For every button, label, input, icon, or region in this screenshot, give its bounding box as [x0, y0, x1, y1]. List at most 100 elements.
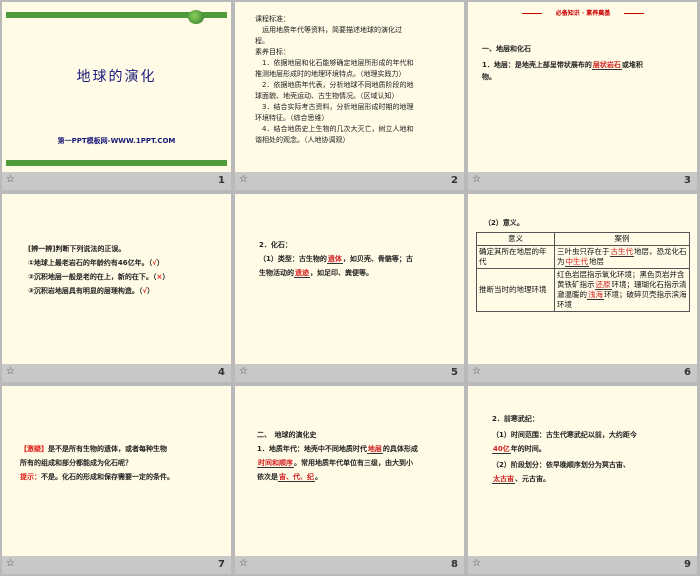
answer-blank: 地层: [366, 445, 383, 454]
text-line: 时间和顺序。常用地质年代单位有三级，由大到小: [257, 459, 413, 468]
slide-canvas: 二、 地球的演化史 1．地质年代：地壳中不同地质时代地层的具体形成 时间和顺序。…: [235, 386, 464, 556]
section-heading: 二、 地球的演化史: [257, 431, 317, 439]
table-cell: 推断当时的地理环境: [476, 268, 555, 312]
text-line: 运用地质年代等资料，简要描述地球的演化过: [255, 26, 402, 34]
slide-number: 5: [451, 367, 458, 378]
answer-blank: 遗迹: [294, 269, 310, 278]
slide-footer: ☆ 7: [2, 556, 231, 574]
slide-number: 6: [684, 367, 691, 378]
text-line: 推测地层形成时的地理环境特点。（地理实践力）: [255, 70, 406, 78]
prompt-tag: 【激疑】: [20, 445, 48, 453]
slide-number: 7: [218, 559, 225, 570]
text-line: 太古宙、元古宙。: [492, 475, 550, 484]
bottom-band: [6, 160, 227, 166]
slide-number: 9: [684, 559, 691, 570]
slide-thumbnail-4[interactable]: [辨一辨]判断下列说法的正误。 ①地球上最老岩石的年龄约有46亿年。（√） ②沉…: [0, 192, 233, 384]
table-header: 案例: [554, 232, 690, 246]
text-block: 课程标准： 运用地质年代等资料，简要描述地球的演化过 程。 素养目标： 1．依据…: [255, 14, 455, 146]
significance-table: 意义 案例 确定其所在地层的年代 三叶虫只存在于古生代地层，恐龙化石为中生代地层…: [476, 232, 690, 312]
exercise-item: ③沉积岩地层具有明显的层理构造。（√）: [28, 287, 155, 295]
text-line: （1）时间范围：古生代寒武纪以前，大约距今: [492, 431, 637, 439]
hint-tag: 提示：: [20, 473, 41, 481]
slide-footer: ☆ 9: [468, 556, 697, 574]
text-line: 环境特征。（综合思维）: [255, 114, 329, 122]
answer-blank: 中生代: [564, 257, 589, 267]
answer-blank: 还原: [594, 280, 612, 290]
slide-canvas: 地球的演化 第一PPT模板网-WWW.1PPT.COM: [2, 2, 231, 172]
transition-icon[interactable]: ☆: [239, 366, 248, 377]
text-line: 1．依据地层和化石能够确定地层所形成的年代和: [255, 59, 414, 67]
transition-icon[interactable]: ☆: [6, 366, 15, 377]
slide-thumbnail-3[interactable]: 必备知识 · 素养奠基 一、地层和化石 1．地层：是地壳上部呈带状展布的层状岩石…: [466, 0, 699, 192]
slide-thumbnail-1[interactable]: 地球的演化 第一PPT模板网-WWW.1PPT.COM ☆ 1: [0, 0, 233, 192]
slide-number: 1: [218, 175, 225, 186]
transition-icon[interactable]: ☆: [472, 366, 481, 377]
text-line: 生物活动的遗迹，如足印、粪便等。: [259, 269, 373, 278]
answer-blank: 宙、代、纪: [278, 473, 315, 482]
text-line: 1．地层：是地壳上部呈带状展布的层状岩石或堆积: [482, 61, 643, 70]
table-row: 推断当时的地理环境 红色岩层指示氧化环境；黑色页岩并含黄铁矿指示还原环境；珊瑚化…: [476, 268, 690, 312]
text-line: 【激疑】是不是所有生物的遗体，或者每种生物: [20, 445, 167, 453]
table-cell: 确定其所在地层的年代: [476, 245, 555, 269]
text-line: 4．结合地质史上生物的几次大灭亡，树立人地和: [255, 125, 414, 133]
slide-footer: ☆ 4: [2, 364, 231, 382]
transition-icon[interactable]: ☆: [472, 558, 481, 569]
answer-blank: 太古宙: [492, 475, 515, 484]
text-line: 课程标准：: [255, 15, 290, 23]
answer-blank: 遗体: [326, 255, 343, 264]
text-line: （1）类型：古生物的遗体，如贝壳、骨骼等；古: [259, 255, 413, 264]
transition-icon[interactable]: ☆: [6, 174, 15, 185]
slide-thumbnail-2[interactable]: 课程标准： 运用地质年代等资料，简要描述地球的演化过 程。 素养目标： 1．依据…: [233, 0, 466, 192]
slide-canvas: 2．化石： （1）类型：古生物的遗体，如贝壳、骨骼等；古 生物活动的遗迹，如足印…: [235, 194, 464, 364]
text-line: 1．地质年代：地壳中不同地质时代地层的具体形成: [257, 445, 418, 454]
answer-blank: 时间和顺序: [257, 459, 294, 468]
slide-thumbnail-8[interactable]: 二、 地球的演化史 1．地质年代：地壳中不同地质时代地层的具体形成 时间和顺序。…: [233, 384, 466, 576]
slide-thumbnail-7[interactable]: 【激疑】是不是所有生物的遗体，或者每种生物 所有的组成和部分都能成为化石呢？ 提…: [0, 384, 233, 576]
transition-icon[interactable]: ☆: [239, 558, 248, 569]
slide-footer: ☆ 3: [468, 172, 697, 190]
exercise-item: ①地球上最老岩石的年龄约有46亿年。（√）: [28, 259, 164, 267]
slide-footer: ☆ 5: [235, 364, 464, 382]
text-line: 物。: [482, 73, 496, 81]
slide-footer: ☆ 1: [2, 172, 231, 190]
text-line: （2）阶段划分：依早晚顺序划分为冥古宙、: [492, 461, 630, 469]
answer-blank: 40亿: [492, 445, 511, 454]
transition-icon[interactable]: ☆: [239, 174, 248, 185]
section-banner: 必备知识 · 素养奠基: [518, 8, 648, 18]
slide-subtitle: 第一PPT模板网-WWW.1PPT.COM: [57, 137, 176, 145]
answer-blank: 古生代: [609, 247, 634, 257]
transition-icon[interactable]: ☆: [472, 174, 481, 185]
text-line: 3．结合实际考古资料，分析地层形成时期的地理: [255, 103, 414, 111]
slide-canvas: [辨一辨]判断下列说法的正误。 ①地球上最老岩石的年龄约有46亿年。（√） ②沉…: [2, 194, 231, 364]
slide-number: 8: [451, 559, 458, 570]
table-header: 意义: [476, 232, 555, 246]
text-line: 素养目标：: [255, 48, 290, 56]
slide-canvas: 【激疑】是不是所有生物的遗体，或者每种生物 所有的组成和部分都能成为化石呢？ 提…: [2, 386, 231, 556]
slide-canvas: 课程标准： 运用地质年代等资料，简要描述地球的演化过 程。 素养目标： 1．依据…: [235, 2, 464, 172]
exercise-item: ②沉积地层一般是老的在上，新的在下。（×）: [28, 273, 170, 281]
section-heading: 2．前寒武纪：: [492, 415, 539, 423]
slide-title: 地球的演化: [76, 69, 157, 85]
section-heading: （2）意义。: [484, 219, 524, 227]
slide-canvas: 必备知识 · 素养奠基 一、地层和化石 1．地层：是地壳上部呈带状展布的层状岩石…: [468, 2, 697, 172]
slide-thumbnail-9[interactable]: 2．前寒武纪： （1）时间范围：古生代寒武纪以前，大约距今 40亿年的时间。 （…: [466, 384, 699, 576]
text-line: 依次是宙、代、纪。: [257, 473, 322, 482]
slide-footer: ☆ 2: [235, 172, 464, 190]
text-line: 所有的组成和部分都能成为化石呢？: [20, 459, 132, 467]
slide-canvas: （2）意义。 意义 案例 确定其所在地层的年代 三叶虫只存在于古生代地层，恐龙化…: [468, 194, 697, 364]
slide-thumbnail-5[interactable]: 2．化石： （1）类型：古生物的遗体，如贝壳、骨骼等；古 生物活动的遗迹，如足印…: [233, 192, 466, 384]
slide-footer: ☆ 6: [468, 364, 697, 382]
table-row: 确定其所在地层的年代 三叶虫只存在于古生代地层，恐龙化石为中生代地层: [476, 245, 690, 269]
answer-blank: 浅海: [587, 290, 604, 300]
slide-number: 3: [684, 175, 691, 186]
transition-icon[interactable]: ☆: [6, 558, 15, 569]
slide-canvas: 2．前寒武纪： （1）时间范围：古生代寒武纪以前，大约距今 40亿年的时间。 （…: [468, 386, 697, 556]
text-line: 提示：不是。化石的形成和保存需要一定的条件。: [20, 473, 174, 481]
slide-thumbnail-6[interactable]: （2）意义。 意义 案例 确定其所在地层的年代 三叶虫只存在于古生代地层，恐龙化…: [466, 192, 699, 384]
table-cell: 三叶虫只存在于古生代地层，恐龙化石为中生代地层: [554, 245, 690, 269]
section-heading: 2．化石：: [259, 241, 292, 249]
answer-blank: 层状岩石: [591, 61, 622, 70]
text-line: 谐相处的观念。（人地协调观）: [255, 136, 350, 144]
text-line: 40亿年的时间。: [492, 445, 546, 454]
slide-sorter-grid: 地球的演化 第一PPT模板网-WWW.1PPT.COM ☆ 1 课程标准： 运用…: [0, 0, 700, 576]
